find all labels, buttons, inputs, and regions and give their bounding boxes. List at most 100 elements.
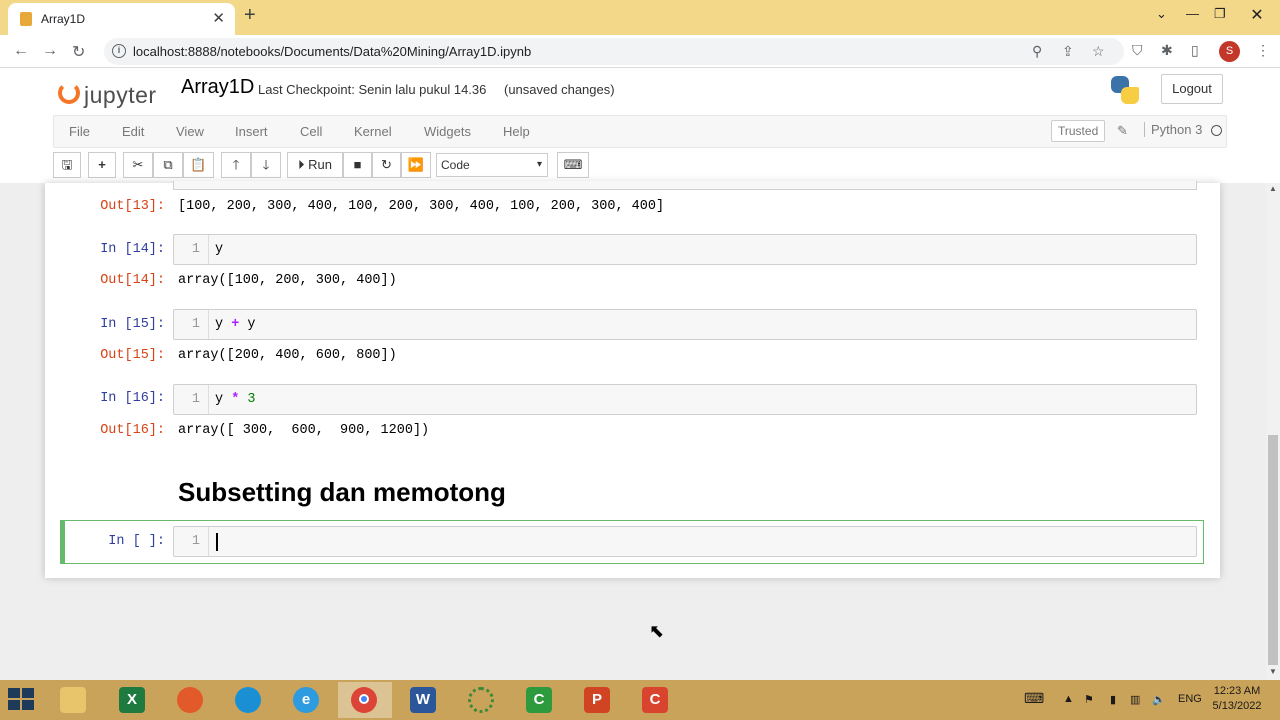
address-bar-row: ← → ↻ i localhost:8888/notebooks/Documen… (0, 35, 1280, 68)
line-number: 1 (174, 235, 209, 264)
run-button[interactable]: ⏵ Run (287, 152, 343, 178)
code-cell-input[interactable]: 1 y + y (173, 309, 1197, 340)
profile-avatar[interactable]: S (1219, 41, 1240, 62)
code-cell-input[interactable]: 1 (173, 526, 1197, 557)
battery-tray-icon[interactable]: ▮ (1110, 693, 1116, 706)
interrupt-icon[interactable]: ■ (343, 152, 372, 178)
jupyter-ring-icon (58, 82, 80, 104)
shield-extension-icon[interactable]: ⛉ (1132, 42, 1143, 59)
move-up-icon[interactable]: 🡑 (221, 152, 251, 178)
menu-help[interactable]: Help (503, 124, 530, 139)
logout-button[interactable]: Logout (1161, 74, 1223, 104)
menu-widgets[interactable]: Widgets (424, 124, 471, 139)
menu-file[interactable]: File (69, 124, 90, 139)
markdown-heading[interactable]: Subsetting dan memotong (178, 477, 506, 508)
share-icon[interactable]: ⇪ (1062, 43, 1074, 60)
restart-icon[interactable]: ↻ (372, 152, 401, 178)
forward-icon[interactable]: → (42, 42, 58, 60)
notebook-container: Out[13]: [100, 200, 300, 400, 100, 200, … (45, 181, 1220, 578)
word-icon[interactable]: W (397, 682, 451, 718)
cell-output: array([ 300, 600, 900, 1200]) (178, 423, 430, 438)
previous-cell-input[interactable] (173, 181, 1197, 190)
start-button-icon[interactable] (8, 688, 36, 712)
active-code-cell[interactable]: In [ ]: 1 (60, 520, 1204, 564)
line-number: 1 (174, 385, 209, 414)
firefox-icon[interactable] (164, 682, 218, 718)
jupyter-logo-text: jupyter (84, 82, 157, 108)
browser-tab-strip: Array1D ✕ + ⌄ — ❐ ✕ (0, 0, 1280, 35)
side-panel-icon[interactable]: ▯ (1191, 42, 1199, 59)
kernel-idle-icon (1211, 125, 1222, 136)
input-prompt: In [ ]: (108, 534, 165, 549)
restart-run-all-icon[interactable]: ⏩ (401, 152, 431, 178)
zoom-icon[interactable]: ⚲ (1032, 43, 1042, 60)
paste-icon[interactable]: 📋 (183, 152, 214, 178)
show-hidden-icons-icon[interactable]: ▲ (1063, 693, 1074, 705)
move-down-icon[interactable]: 🡓 (251, 152, 281, 178)
notebook-name[interactable]: Array1D (181, 76, 254, 99)
cell-type-select[interactable]: Code ▾ (436, 153, 548, 177)
code-cell-input[interactable]: 1 y * 3 (173, 384, 1197, 415)
camtasia-green-icon[interactable]: C (513, 682, 567, 718)
reload-icon[interactable]: ↻ (72, 42, 85, 62)
restore-icon[interactable]: ❐ (1214, 6, 1226, 22)
window-close-icon[interactable]: ✕ (1234, 0, 1280, 30)
url-text: localhost:8888/notebooks/Documents/Data%… (133, 44, 532, 59)
output-prompt: Out[16]: (100, 423, 165, 438)
minimize-icon[interactable]: — (1186, 6, 1199, 21)
bookmark-star-icon[interactable]: ☆ (1092, 43, 1105, 60)
menu-cell[interactable]: Cell (300, 124, 322, 139)
flag-tray-icon[interactable]: ⚑ (1084, 693, 1094, 706)
run-label: Run (308, 157, 332, 172)
menu-view[interactable]: View (176, 124, 204, 139)
menu-bar: File Edit View Insert Cell Kernel Widget… (53, 115, 1227, 148)
url-bar[interactable]: i localhost:8888/notebooks/Documents/Dat… (104, 38, 1124, 65)
jupyter-header: jupyter Array1D Last Checkpoint: Senin l… (0, 68, 1280, 183)
edit-mode-pencil-icon: ✎ (1117, 123, 1128, 138)
chrome-icon[interactable] (338, 682, 392, 718)
internet-explorer-icon[interactable]: e (280, 682, 334, 718)
page-scrollbar[interactable]: ▲ ▼ (1266, 183, 1280, 680)
network-tray-icon[interactable]: ▥ (1130, 693, 1140, 706)
save-icon[interactable]: 🖫 (53, 152, 81, 178)
loading-app-icon[interactable] (455, 682, 509, 718)
copy-icon[interactable]: ⧉ (153, 152, 183, 178)
volume-tray-icon[interactable]: 🔈 (1152, 693, 1166, 706)
tab-close-icon[interactable]: ✕ (212, 9, 225, 27)
run-icon: ⏵ (298, 157, 305, 172)
windows-taskbar: X e W C P C ⌨ ▲ ⚑ ▮ ▥ 🔈 ENG 12:23 AM 5/1… (0, 680, 1280, 720)
menu-edit[interactable]: Edit (122, 124, 144, 139)
browser-menu-icon[interactable]: ⋮ (1256, 42, 1270, 59)
tab-search-chevron-icon[interactable]: ⌄ (1156, 6, 1167, 22)
scroll-up-icon[interactable]: ▲ (1269, 184, 1277, 193)
scroll-thumb[interactable] (1268, 435, 1278, 665)
cut-icon[interactable]: ✂ (123, 152, 153, 178)
clock-date: 5/13/2022 (1212, 700, 1262, 712)
browser-tab[interactable]: Array1D ✕ (8, 3, 235, 35)
line-number: 1 (174, 527, 209, 556)
file-explorer-icon[interactable] (47, 682, 101, 718)
menu-insert[interactable]: Insert (235, 124, 268, 139)
insert-cell-icon[interactable]: + (88, 152, 116, 178)
code-cell-input[interactable]: 1 y (173, 234, 1197, 265)
notebook-favicon-icon (20, 12, 32, 26)
keyboard-tray-icon[interactable]: ⌨ (1024, 690, 1044, 707)
site-info-icon[interactable]: i (112, 44, 126, 58)
excel-icon[interactable]: X (106, 682, 160, 718)
input-prompt: In [15]: (100, 317, 165, 332)
keyboard-shortcuts-icon[interactable]: ⌨ (557, 152, 589, 178)
new-tab-icon[interactable]: + (244, 4, 256, 27)
powerpoint-icon[interactable]: P (571, 682, 625, 718)
system-clock[interactable]: 12:23 AM 5/13/2022 (1207, 684, 1267, 714)
scroll-down-icon[interactable]: ▼ (1269, 667, 1277, 676)
camtasia-red-icon[interactable]: C (629, 682, 683, 718)
kernel-name[interactable]: Python 3 (1144, 122, 1202, 137)
back-icon[interactable]: ← (13, 42, 29, 60)
extensions-puzzle-icon[interactable]: ✱ (1161, 42, 1173, 59)
input-prompt: In [16]: (100, 391, 165, 406)
language-indicator[interactable]: ENG (1178, 693, 1202, 705)
edge-icon[interactable] (222, 682, 276, 718)
clock-time: 12:23 AM (1213, 685, 1261, 697)
menu-kernel[interactable]: Kernel (354, 124, 392, 139)
trusted-indicator[interactable]: Trusted (1051, 120, 1106, 142)
